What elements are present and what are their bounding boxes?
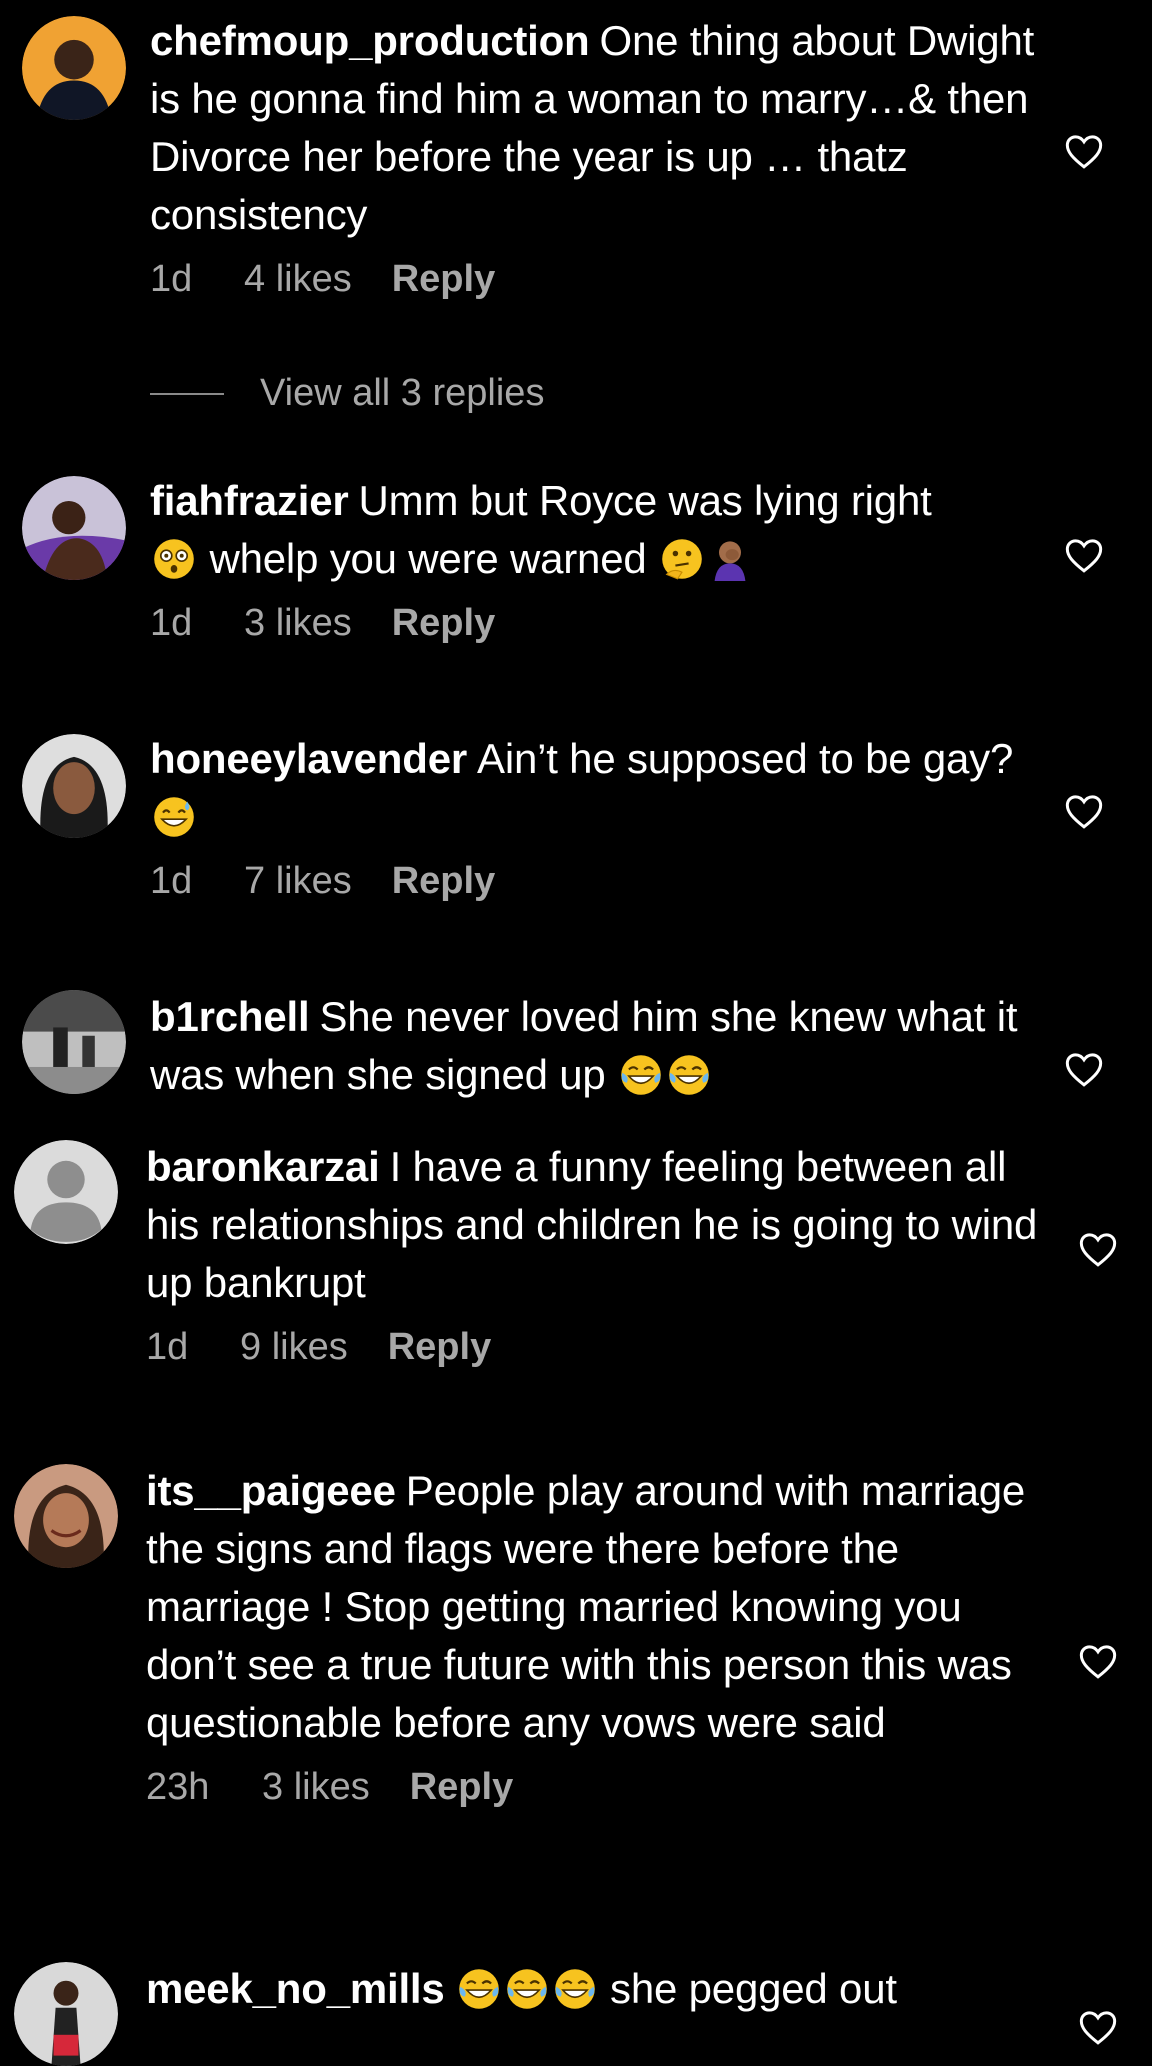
comment-text: honeeylavender Ain’t he supposed to be ga… [150, 730, 1050, 846]
avatar[interactable] [22, 990, 126, 1094]
avatar[interactable] [22, 734, 126, 838]
heart-icon[interactable] [1078, 1642, 1118, 1680]
comment-text: b1rchell She never loved him she knew wha… [150, 993, 1018, 1098]
comment-username[interactable]: baronkarzai [146, 1143, 380, 1190]
comment-text: fiahfrazier Umm but Royce was lying right… [150, 477, 932, 582]
face-with-spiral-eyes-emoji [152, 537, 196, 581]
heart-icon[interactable] [1064, 1050, 1104, 1088]
reply-button[interactable]: Reply [392, 860, 495, 903]
comment-meta: 1d 7 likes Reply [150, 860, 1050, 903]
person-facepalming-emoji [708, 537, 752, 581]
heart-icon[interactable] [1064, 792, 1104, 830]
comment-text: baronkarzai I have a funny feeling betwee… [146, 1143, 1038, 1306]
comment-text: meek_no_mills she pegged out [146, 1965, 897, 2012]
reply-button[interactable]: Reply [410, 1766, 513, 1809]
comment-likes[interactable]: 7 likes [244, 860, 352, 903]
comment-time: 23h [146, 1766, 210, 1808]
comment-meta: 1d 9 likes Reply [146, 1326, 1046, 1369]
comment-meta: 1d 4 likes Reply [150, 258, 1050, 301]
tears-of-joy-emoji [457, 1967, 501, 2011]
heart-icon[interactable] [1064, 132, 1104, 170]
avatar[interactable] [14, 1140, 118, 1244]
comment-username[interactable]: fiahfrazier [150, 477, 349, 524]
comment-time: 1d [150, 860, 193, 902]
view-replies-button[interactable]: View all 3 replies [150, 372, 544, 415]
tears-of-joy-emoji [619, 1053, 663, 1097]
comment-username[interactable]: honeeylavender [150, 735, 467, 782]
comment-text: its__paigeee People play around with marr… [146, 1467, 1026, 1746]
comment-likes[interactable]: 9 likes [240, 1326, 348, 1369]
divider-line [150, 392, 224, 395]
comment-time: 1d [146, 1326, 189, 1368]
tears-of-joy-emoji [667, 1053, 711, 1097]
comment-time: 1d [150, 258, 193, 300]
comment-meta: 23h 3 likes Reply [146, 1766, 1046, 1809]
reply-button[interactable]: Reply [388, 1326, 491, 1369]
comment-likes[interactable]: 3 likes [262, 1766, 370, 1809]
heart-icon[interactable] [1078, 2008, 1118, 2046]
avatar[interactable] [14, 1962, 118, 2066]
reply-button[interactable]: Reply [392, 602, 495, 645]
avatar[interactable] [22, 476, 126, 580]
avatar[interactable] [14, 1464, 118, 1568]
comment-meta: 1d 3 likes Reply [150, 602, 1050, 645]
comment-username[interactable]: b1rchell [150, 993, 310, 1040]
tears-of-joy-emoji [505, 1967, 549, 2011]
grinning-face-with-sweat-emoji [152, 795, 196, 839]
comment-username[interactable]: its__paigeee [146, 1467, 396, 1514]
comment-text: chefmoup_production One thing about Dwigh… [150, 17, 1035, 238]
avatar[interactable] [22, 16, 126, 120]
comment-username[interactable]: meek_no_mills [146, 1965, 445, 2012]
comment-likes[interactable]: 3 likes [244, 602, 352, 645]
heart-icon[interactable] [1064, 536, 1104, 574]
comment-username[interactable]: chefmoup_production [150, 17, 590, 64]
tears-of-joy-emoji [553, 1967, 597, 2011]
heart-icon[interactable] [1078, 1230, 1118, 1268]
comment-time: 1d [150, 602, 193, 644]
comment-likes[interactable]: 4 likes [244, 258, 352, 301]
reply-button[interactable]: Reply [392, 258, 495, 301]
thinking-face-emoji [660, 537, 704, 581]
